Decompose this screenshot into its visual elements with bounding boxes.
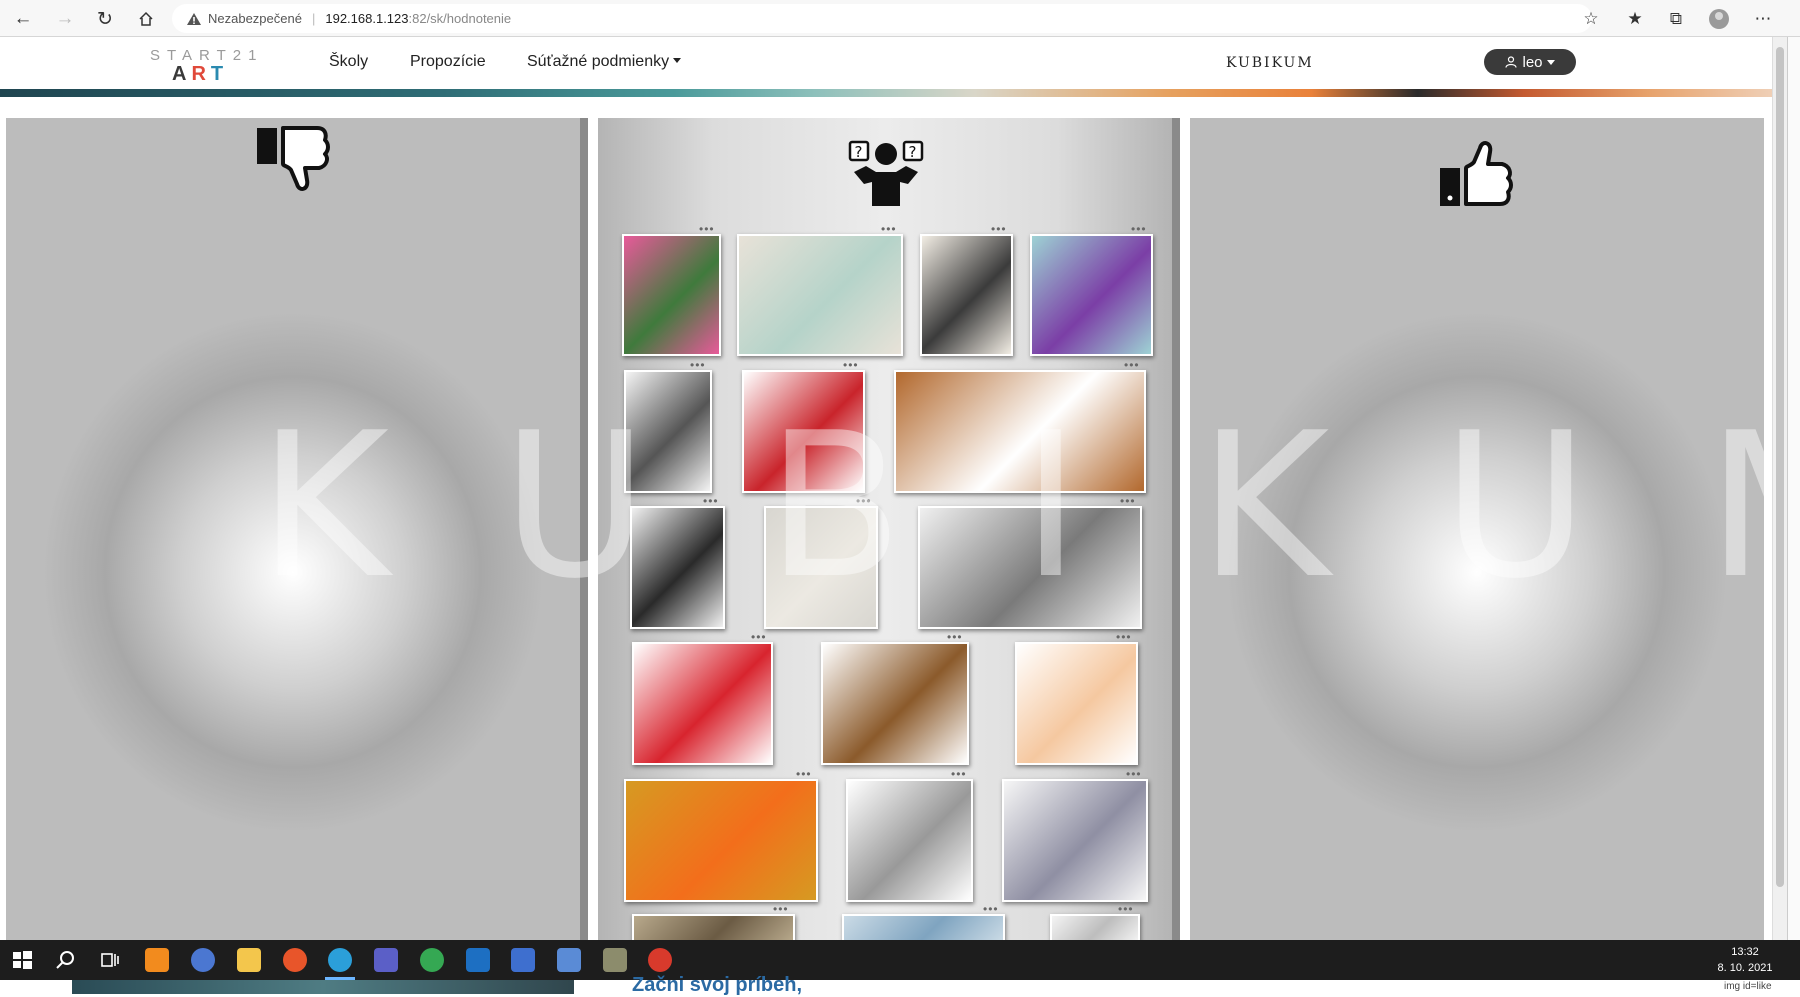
menu-skoly[interactable]: Školy [329, 53, 368, 71]
artwork-hand-drawing-hand[interactable] [918, 506, 1142, 629]
windows-start-icon[interactable] [10, 948, 34, 972]
more-options-icon[interactable]: ••• [1120, 495, 1138, 507]
svg-text:?: ? [855, 143, 863, 161]
more-options-icon[interactable]: ••• [796, 768, 814, 780]
more-options-icon[interactable]: ••• [1124, 359, 1142, 371]
background-photo [72, 980, 574, 994]
page-scrollbar[interactable] [1772, 37, 1787, 940]
more-options-icon[interactable]: ••• [703, 495, 721, 507]
more-options-icon[interactable]: ••• [1118, 903, 1136, 915]
site-logo[interactable]: START21 ART [150, 47, 260, 87]
artwork-skull-sketch[interactable] [764, 506, 878, 629]
network-app-icon[interactable] [557, 948, 581, 972]
more-options-icon[interactable]: ••• [983, 903, 1001, 915]
artwork-caricature-bean[interactable] [920, 234, 1013, 356]
windows-taskbar: 13:32 8. 10. 2021 [0, 940, 1800, 980]
more-options-icon[interactable]: ••• [699, 223, 717, 235]
url-host: 192.168.1.123 [325, 11, 409, 26]
scrollbar-thumb[interactable] [1776, 47, 1784, 887]
dislike-column[interactable] [6, 118, 580, 944]
artwork-sketch-couple[interactable] [624, 370, 712, 493]
menu-sutazne-podmienky[interactable]: Súťažné podmienky [527, 53, 682, 71]
address-bar[interactable]: Nezabezpečené | 192.168.1.123 :82/sk/hod… [172, 4, 1592, 33]
user-menu-button[interactable]: leo [1484, 49, 1576, 75]
save-app-icon[interactable] [511, 948, 535, 972]
chevron-down-icon [673, 58, 682, 63]
profile-icon[interactable] [1706, 6, 1732, 32]
column-divider [1172, 118, 1180, 944]
favorites-icon[interactable]: ★ [1622, 6, 1648, 32]
more-options-icon[interactable]: ••• [856, 495, 874, 507]
artwork-charcoal-figure[interactable] [630, 506, 725, 629]
more-options-icon[interactable]: ••• [773, 903, 791, 915]
firefox-icon[interactable] [283, 948, 307, 972]
vm-app-icon[interactable] [191, 948, 215, 972]
brand-kubikum: KUBIKUM [1226, 55, 1314, 71]
more-options-icon[interactable]: ••• [1131, 223, 1149, 235]
more-options-icon[interactable]: ••• [690, 359, 708, 371]
tool-app-icon[interactable] [603, 948, 627, 972]
more-options-icon[interactable]: ••• [991, 223, 1009, 235]
collections-icon[interactable]: ⧉ [1663, 6, 1689, 32]
artwork-child-drawing-house[interactable] [894, 370, 1146, 493]
forward-icon[interactable]: → [52, 6, 78, 32]
user-icon [1505, 56, 1518, 68]
teams-icon[interactable] [374, 948, 398, 972]
artwork-fry-futurama[interactable] [624, 779, 818, 902]
file-explorer-icon[interactable] [237, 948, 261, 972]
decorative-color-strip [0, 89, 1772, 97]
more-options-icon[interactable]: ••• [881, 223, 899, 235]
add-favorite-icon[interactable]: ☆ [1578, 6, 1604, 32]
edge-icon[interactable] [328, 948, 352, 972]
svg-text:?: ? [909, 143, 917, 161]
artwork-leela-futurama[interactable] [1030, 234, 1153, 356]
thumbs-down-icon [257, 126, 330, 191]
browser-toolbar: ← → ↻ Nezabezpečené | 192.168.1.123 :82/… [0, 0, 1800, 37]
more-options-icon[interactable]: ••• [951, 768, 969, 780]
more-icon[interactable]: ⋯ [1750, 6, 1776, 32]
chrome-icon[interactable] [420, 948, 444, 972]
column-divider [580, 118, 588, 944]
url-path: :82/sk/hodnotenie [408, 11, 512, 26]
task-view-icon[interactable] [98, 948, 122, 972]
like-column[interactable] [1190, 118, 1764, 944]
insecure-label: Nezabezpečené [208, 11, 302, 26]
artwork-cartoon-monkey[interactable] [821, 642, 969, 765]
artwork-bear-glasses[interactable] [742, 370, 865, 493]
artwork-caricature-shining[interactable] [737, 234, 903, 356]
search-icon[interactable] [54, 948, 78, 972]
warning-icon [187, 12, 201, 25]
taskbar-clock[interactable]: 13:32 8. 10. 2021 [1700, 944, 1790, 976]
xampp-icon[interactable] [145, 948, 169, 972]
chevron-down-icon [1546, 59, 1555, 65]
side-panel-edge [1787, 37, 1800, 940]
home-icon[interactable] [133, 6, 159, 32]
artwork-tom-and-jerry[interactable] [1002, 779, 1148, 902]
site-navbar: START21 ART Školy Propozície Súťažné pod… [0, 37, 1772, 89]
artwork-cherry-blossom-path[interactable] [622, 234, 721, 356]
artwork-strawberries[interactable] [632, 642, 773, 765]
reload-icon[interactable]: ↻ [92, 6, 118, 32]
menu-propozicie[interactable]: Propozície [410, 53, 486, 71]
more-options-icon[interactable]: ••• [1116, 631, 1134, 643]
artwork-bender-sketch[interactable] [846, 779, 973, 902]
question-person-icon: ? ? [848, 140, 924, 206]
filezilla-icon[interactable] [648, 948, 672, 972]
back-icon[interactable]: ← [10, 6, 36, 32]
img-id-label: img id=like [1724, 981, 1772, 992]
more-options-icon[interactable]: ••• [843, 359, 861, 371]
thumbs-up-icon [1440, 141, 1513, 206]
underlying-window-strip: Začni svoj príbeh, img id=like [0, 974, 1800, 996]
more-options-icon[interactable]: ••• [947, 631, 965, 643]
more-options-icon[interactable]: ••• [1126, 768, 1144, 780]
artwork-sad-boy[interactable] [1015, 642, 1138, 765]
more-options-icon[interactable]: ••• [751, 631, 769, 643]
outlook-icon[interactable] [466, 948, 490, 972]
